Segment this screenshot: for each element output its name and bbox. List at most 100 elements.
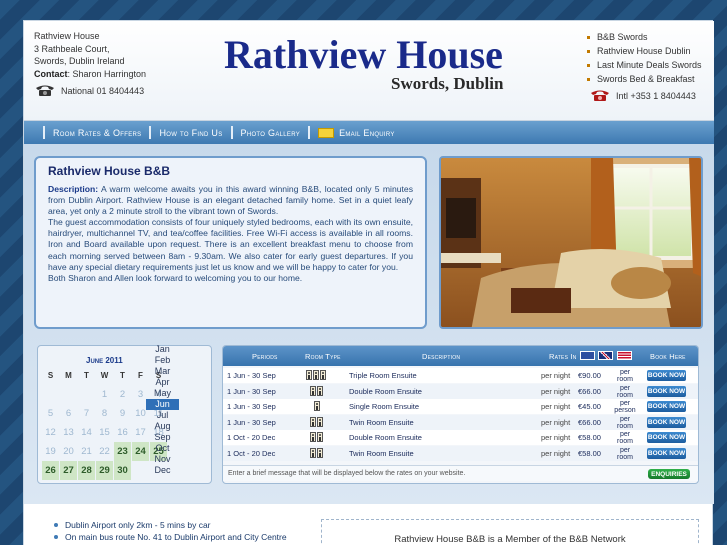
rate-price: €58.00 (578, 433, 601, 442)
nav-find-us[interactable]: How to Find Us (159, 128, 222, 138)
nav-divider (308, 126, 311, 139)
occupancy-icon (310, 432, 323, 442)
calendar-empty (78, 385, 95, 404)
calendar-month-title: June 2011 (86, 356, 123, 365)
person-icon (317, 416, 323, 427)
table-row: 1 Oct - 20 Dec Twin Room Ensuite per night… (223, 445, 698, 461)
rate-price: €45.00 (578, 402, 601, 411)
month-option-jan[interactable]: Jan (146, 344, 179, 355)
calendar-day[interactable]: 23 (114, 442, 131, 461)
rate-description: Twin Room Ensuite (349, 417, 414, 427)
rates-header: Periods Room Type Description Rates In B… (223, 346, 698, 366)
month-option-jul[interactable]: Jul (146, 410, 179, 421)
intro-text: Description: A warm welcome awaits you i… (48, 184, 413, 284)
calendar-day[interactable]: 28 (78, 461, 95, 480)
calendar-day: 15 (99, 427, 110, 438)
month-option-aug[interactable]: Aug (146, 421, 179, 432)
header-link-rathview-dublin[interactable]: Rathview House Dublin (587, 44, 702, 58)
month-option-nov[interactable]: Nov (146, 454, 179, 465)
eu-flag-icon[interactable] (580, 351, 595, 360)
month-option-dec[interactable]: Dec (146, 465, 179, 476)
month-option-feb[interactable]: Feb (146, 355, 179, 366)
us-flag-icon[interactable] (617, 351, 632, 360)
calendar-day: 6 (65, 408, 72, 419)
network-member-box: Rathview House B&B is a Member of the B&… (321, 519, 699, 545)
calendar-day: 8 (101, 408, 108, 419)
day-header: T (84, 371, 89, 380)
header-link-swords-bb[interactable]: Swords Bed & Breakfast (587, 72, 702, 86)
nav-email-enquiry[interactable]: Email Enquiry (318, 127, 395, 138)
month-option-may[interactable]: May (146, 388, 179, 399)
contact-name: : Sharon Harrington (67, 68, 147, 79)
book-now-button[interactable]: BOOK NOW (647, 447, 686, 459)
month-option-mar[interactable]: Mar (146, 366, 179, 377)
day-header: W (100, 371, 109, 380)
rate-per-night: per night (541, 433, 571, 442)
calendar-day: 22 (99, 446, 110, 457)
nav-room-rates[interactable]: Room Rates & Offers (53, 128, 141, 138)
description-paragraph: The guest accommodation consists of four… (48, 217, 413, 272)
occupancy-icon (310, 385, 323, 396)
calendar-day: 16 (117, 427, 128, 438)
main-nav: Room Rates & Offers How to Find Us Photo… (24, 121, 714, 144)
national-phone: National 01 8404443 (35, 84, 144, 97)
book-now-button[interactable]: BOOK NOW (647, 370, 686, 381)
person-icon (310, 416, 316, 427)
book-now-button[interactable]: BOOK NOW (647, 401, 686, 412)
rate-per-night: per night (541, 371, 571, 380)
list-item: On main bus route No. 41 to Dublin Airpo… (54, 531, 287, 543)
month-option-apr[interactable]: Apr (146, 377, 179, 388)
calendar-day[interactable]: 26 (42, 461, 59, 480)
calendar-day: 7 (83, 408, 90, 419)
nav-photo-gallery[interactable]: Photo Gallery (241, 128, 301, 138)
rate-per-night: per night (541, 448, 571, 458)
rate-unit-line: room (617, 438, 633, 445)
header-link-bb-swords[interactable]: B&B Swords (587, 30, 702, 44)
book-now-button[interactable]: BOOK NOW (647, 432, 686, 443)
rate-unit: per room (614, 416, 636, 430)
rate-unit-line: room (617, 391, 633, 399)
rates-note-bar: Enter a brief message that will be displ… (223, 465, 698, 481)
person-icon (310, 447, 316, 458)
rate-description: Twin Room Ensuite (349, 448, 414, 458)
address-line: Rathview House (34, 31, 100, 41)
uk-flag-icon[interactable] (598, 351, 613, 360)
telephone-icon (591, 90, 609, 101)
rate-unit: per room (614, 385, 636, 399)
intro-title: Rathview House B&B (48, 164, 171, 178)
site-subtitle: Swords, Dublin (391, 74, 504, 93)
living-room-image (441, 158, 701, 327)
contact-line: Contact: Sharon Harrington (34, 68, 146, 81)
page-container: Rathview House 3 Rathbeale Court, Swords… (23, 20, 714, 545)
month-option-jun[interactable]: Jun (146, 399, 179, 410)
rate-period: 1 Oct - 20 Dec (227, 448, 276, 458)
calendar-day: 2 (119, 389, 126, 400)
month-option-sep[interactable]: Sep (146, 432, 179, 443)
book-now-button[interactable]: BOOK NOW (647, 416, 686, 428)
availability-calendar: June 2011 S M T W T F S 1 2 3 4 5 6 7 8 9 10 11 12 13 14 15 16… (37, 344, 212, 484)
calendar-day: 21 (81, 446, 92, 457)
address-line: Swords, Dublin Ireland (34, 56, 125, 67)
nav-email-label: Email Enquiry (339, 127, 395, 138)
intl-phone-text: Intl +353 1 8404443 (616, 90, 696, 101)
calendar-day: 14 (81, 427, 92, 438)
calendar-day[interactable]: 29 (96, 461, 113, 480)
month-option-oct[interactable]: Oct (146, 443, 179, 454)
table-row: 1 Jun - 30 Sep Double Room Ensuite per nig… (223, 383, 698, 399)
book-now-button[interactable]: BOOK NOW (647, 385, 686, 397)
day-header: S (47, 371, 54, 380)
rate-description: Double Room Ensuite (349, 433, 422, 442)
day-header: T (120, 371, 125, 380)
person-icon (310, 385, 316, 396)
calendar-day[interactable]: 30 (114, 461, 131, 480)
rate-unit-line: per (619, 384, 631, 392)
rate-unit-line: room (617, 453, 633, 461)
header-link-last-minute[interactable]: Last Minute Deals Swords (587, 58, 702, 72)
site-title[interactable]: Rathview House (224, 31, 503, 78)
telephone-icon (36, 85, 54, 96)
calendar-day: 1 (101, 389, 108, 400)
header-description: Description (422, 352, 461, 361)
enquiries-button[interactable]: ENQUIRIES (648, 469, 690, 479)
list-item: Dublin Airport only 2km - 5 mins by car (54, 519, 287, 531)
calendar-day[interactable]: 27 (60, 461, 77, 480)
